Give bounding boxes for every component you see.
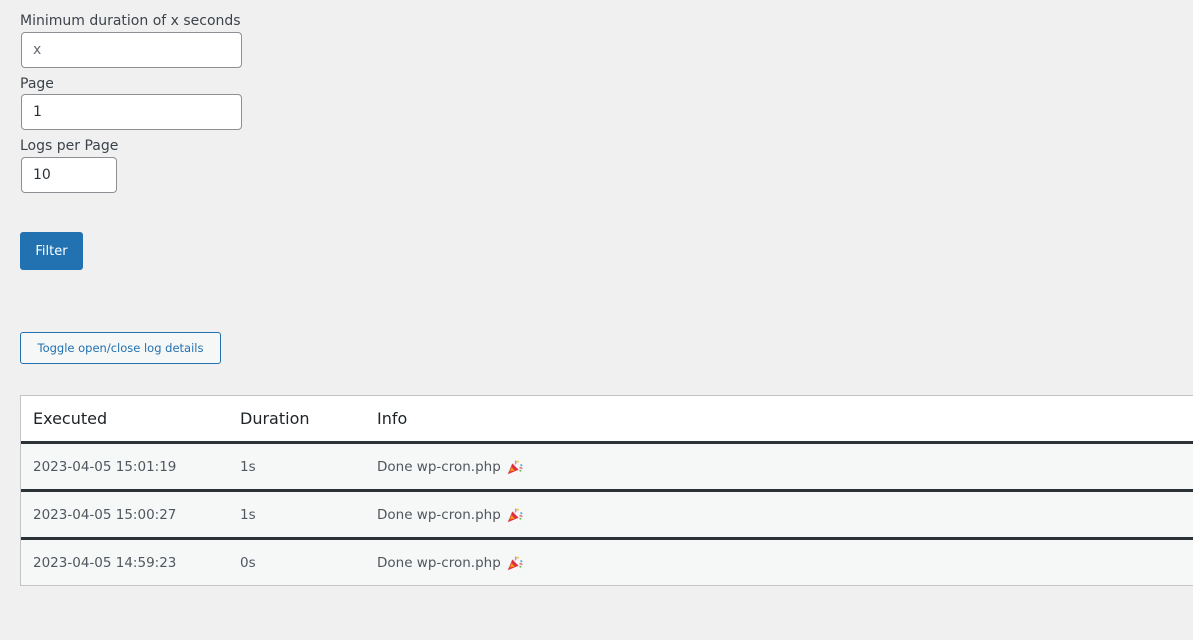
logs-per-page-input[interactable] xyxy=(21,157,117,193)
header-duration: Duration xyxy=(240,409,310,428)
row-info: Done wp-cron.php xyxy=(377,540,524,585)
header-executed: Executed xyxy=(33,409,108,428)
table-row[interactable]: 2023-04-05 14:59:23 0s Done wp-cron.php xyxy=(21,540,1193,585)
row-info-text: Done wp-cron.php xyxy=(377,506,501,523)
header-info: Info xyxy=(377,409,408,428)
logs-per-page-label: Logs per Page xyxy=(20,138,119,154)
row-executed: 2023-04-05 15:01:19 xyxy=(33,458,177,475)
row-executed: 2023-04-05 14:59:23 xyxy=(33,554,177,571)
log-filter-page: Minimum duration of x seconds Page Logs … xyxy=(0,0,1193,640)
row-info-text: Done wp-cron.php xyxy=(377,554,501,571)
min-duration-label: Minimum duration of x seconds xyxy=(20,13,241,29)
row-duration: 1s xyxy=(240,458,256,475)
filter-button[interactable]: Filter xyxy=(20,232,83,270)
row-info: Done wp-cron.php xyxy=(377,492,524,537)
row-executed: 2023-04-05 15:00:27 xyxy=(33,506,177,523)
party-popper-icon xyxy=(507,555,523,570)
party-popper-icon xyxy=(507,459,523,474)
log-table: Executed Duration Info 2023-04-05 15:01:… xyxy=(20,395,1193,586)
table-row[interactable]: 2023-04-05 15:00:27 1s Done wp-cron.php xyxy=(21,492,1193,540)
min-duration-input[interactable] xyxy=(21,32,242,68)
row-duration: 1s xyxy=(240,506,256,523)
toggle-log-details-button[interactable]: Toggle open/close log details xyxy=(20,332,221,364)
row-info: Done wp-cron.php xyxy=(377,444,524,489)
page-label: Page xyxy=(20,76,54,92)
row-info-text: Done wp-cron.php xyxy=(377,458,501,475)
table-header-row: Executed Duration Info xyxy=(21,396,1193,444)
table-row[interactable]: 2023-04-05 15:01:19 1s Done wp-cron.php xyxy=(21,444,1193,492)
page-input[interactable] xyxy=(21,94,242,130)
row-duration: 0s xyxy=(240,554,256,571)
party-popper-icon xyxy=(507,507,523,522)
